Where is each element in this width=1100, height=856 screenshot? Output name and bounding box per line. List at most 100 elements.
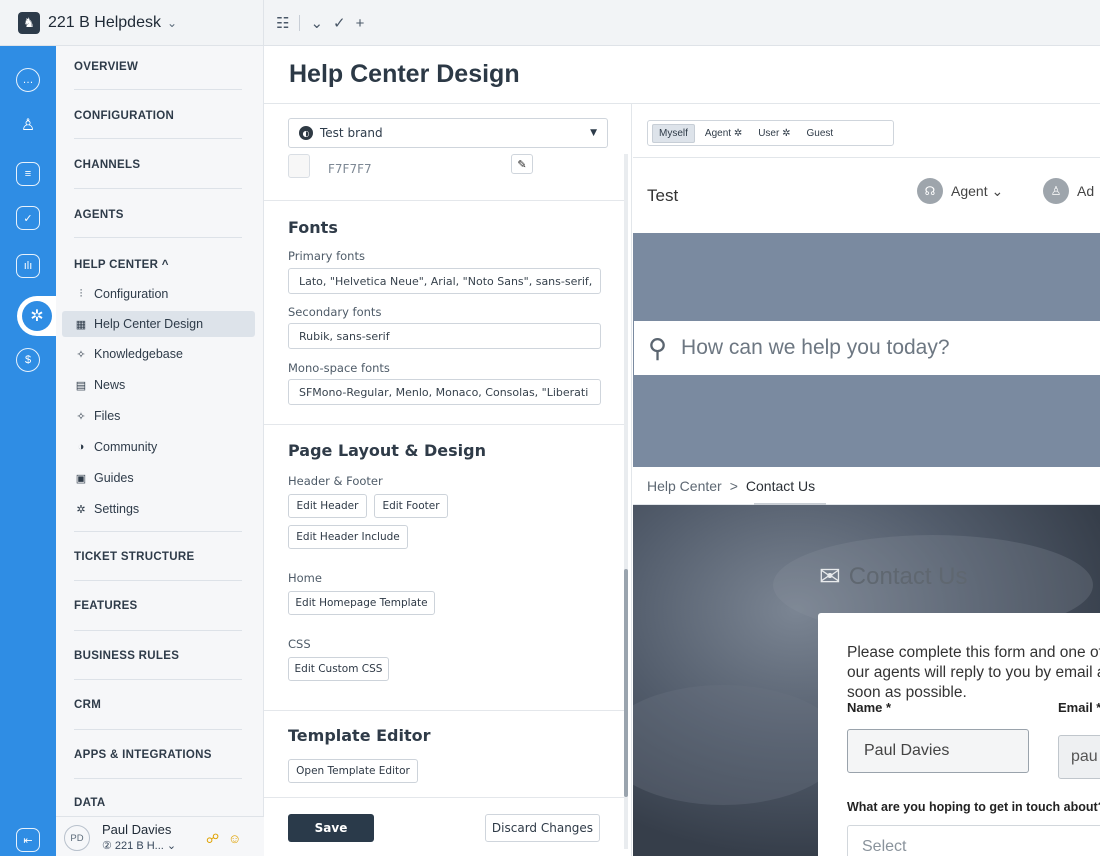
nav-overview[interactable]: OVERVIEW bbox=[74, 61, 138, 73]
pencil-icon[interactable]: ✎ bbox=[511, 154, 533, 174]
secondary-fonts-input[interactable]: Rubik, sans-serif bbox=[288, 323, 601, 349]
gear-icon: ✲ bbox=[76, 503, 86, 516]
sidebar-item-settings[interactable]: ✲ Settings bbox=[62, 496, 255, 522]
sidebar-item-guides[interactable]: ▣ Guides bbox=[62, 465, 255, 491]
nav-agents[interactable]: AGENTS bbox=[74, 209, 124, 221]
check-icon[interactable]: ✓ bbox=[333, 14, 346, 32]
view-user-tab[interactable]: User ✲ bbox=[752, 125, 796, 142]
scrollbar-thumb[interactable] bbox=[624, 569, 628, 797]
collapse-icon[interactable]: ⇤ bbox=[16, 828, 40, 852]
preview-hero: ⚲ How can we help you today? bbox=[633, 233, 1100, 467]
chevron-down-icon[interactable]: ⌄ bbox=[310, 14, 323, 32]
envelope-icon: ✉ bbox=[819, 561, 841, 591]
view-guest-tab[interactable]: Guest bbox=[800, 125, 839, 142]
contact-intro: Please complete this form and one of our… bbox=[847, 644, 1100, 701]
divider bbox=[74, 630, 242, 631]
user-icon: ♙ bbox=[1043, 178, 1069, 204]
view-myself-tab[interactable]: Myself bbox=[652, 123, 695, 143]
save-button[interactable]: Save bbox=[288, 814, 374, 842]
nav-data[interactable]: DATA bbox=[74, 797, 105, 809]
primary-fonts-label: Primary fonts bbox=[288, 249, 365, 263]
edit-header-include-button[interactable]: Edit Header Include bbox=[288, 525, 408, 549]
preview-agent-menu[interactable]: ☊ Agent ⌄ bbox=[917, 178, 1003, 204]
preview-user-label: Ad bbox=[1077, 183, 1095, 199]
preview-search-input[interactable]: ⚲ How can we help you today? bbox=[634, 321, 1100, 375]
contact-title: ✉ Contact Us bbox=[819, 561, 968, 592]
sidebar-item-label: Community bbox=[94, 440, 158, 454]
discard-changes-button[interactable]: Discard Changes bbox=[485, 814, 600, 842]
list-icon[interactable]: ☷ bbox=[276, 14, 289, 32]
open-template-editor-button[interactable]: Open Template Editor bbox=[288, 759, 418, 783]
user-name: Paul Davies bbox=[102, 822, 172, 837]
sidebar-item-files[interactable]: ✧ Files bbox=[62, 403, 255, 429]
nav-features[interactable]: FEATURES bbox=[74, 600, 138, 612]
avatar: PD bbox=[64, 825, 90, 851]
plus-icon[interactable]: + bbox=[356, 15, 365, 32]
user-menu[interactable]: PD Paul Davies ② 221 B H... ⌄ ☍ ☺ bbox=[56, 816, 264, 856]
scrollbar[interactable] bbox=[624, 154, 628, 849]
divider bbox=[264, 710, 624, 711]
reports-icon[interactable]: ılı bbox=[16, 254, 40, 278]
preview-user-menu[interactable]: ♙ Ad bbox=[1043, 178, 1094, 204]
sidebar-item-configuration[interactable]: ⫶ Configuration bbox=[62, 281, 255, 307]
nav-crm[interactable]: CRM bbox=[74, 699, 101, 711]
status-chat-icon[interactable]: ☺ bbox=[228, 831, 241, 846]
sidebar-item-news[interactable]: ▤ News bbox=[62, 372, 255, 398]
sidebar-item-knowledgebase[interactable]: ✧ Knowledgebase bbox=[62, 341, 255, 367]
divider bbox=[74, 580, 242, 581]
user-org: ② 221 B H... ⌄ bbox=[102, 840, 177, 852]
gear-icon: ✲ bbox=[22, 301, 52, 331]
ticket-search-icon[interactable]: ≡ bbox=[16, 162, 40, 186]
task-check-icon[interactable]: ✓ bbox=[16, 206, 40, 230]
link-icon[interactable]: ☍ bbox=[206, 831, 219, 847]
breadcrumb-current: Contact Us bbox=[745, 477, 816, 494]
user-icon[interactable]: ♙ bbox=[16, 113, 40, 137]
sidebar-item-label: Help Center Design bbox=[94, 317, 204, 331]
settings-rail-item[interactable]: ✲ bbox=[17, 296, 57, 336]
sidebar-item-label: News bbox=[94, 378, 126, 392]
css-label: CSS bbox=[288, 637, 311, 651]
divider bbox=[74, 237, 242, 238]
name-field[interactable]: Paul Davies bbox=[847, 729, 1029, 773]
top-nav: ☷ ⌄ ✓ + bbox=[276, 14, 365, 33]
edit-homepage-template-button[interactable]: Edit Homepage Template bbox=[288, 591, 435, 615]
nav-apps-integrations[interactable]: APPS & INTEGRATIONS bbox=[74, 749, 212, 761]
edit-custom-css-button[interactable]: Edit Custom CSS bbox=[288, 657, 389, 681]
helpdesk-name: 221 B Helpdesk bbox=[48, 14, 161, 31]
edit-footer-button[interactable]: Edit Footer bbox=[374, 494, 448, 518]
view-agent-tab[interactable]: Agent ✲ bbox=[699, 125, 748, 142]
helpdesk-logo-icon: ♞ bbox=[18, 12, 40, 34]
edit-header-button[interactable]: Edit Header bbox=[288, 494, 367, 518]
topic-select[interactable]: Select bbox=[847, 825, 1100, 856]
headset-icon: ☊ bbox=[917, 178, 943, 204]
chat-icon[interactable]: … bbox=[16, 68, 40, 92]
sidebar-item-label: Guides bbox=[94, 471, 134, 485]
nav-channels[interactable]: CHANNELS bbox=[74, 159, 140, 171]
email-field[interactable]: pau bbox=[1058, 735, 1100, 779]
email-label: Email * bbox=[1058, 700, 1100, 715]
fonts-heading: Fonts bbox=[288, 218, 338, 237]
primary-fonts-input[interactable]: Lato, "Helvetica Neue", Arial, "Noto San… bbox=[288, 268, 601, 294]
nav-ticket-structure[interactable]: TICKET STRUCTURE bbox=[74, 551, 194, 563]
breadcrumb-root[interactable]: Help Center bbox=[647, 478, 722, 494]
secondary-fonts-label: Secondary fonts bbox=[288, 305, 382, 319]
graduation-cap-icon: ✧ bbox=[76, 410, 86, 423]
brand-select[interactable]: ◐ Test brand ▼ bbox=[288, 118, 608, 148]
sliders-icon: ⫶ bbox=[79, 287, 83, 300]
nav-help-center[interactable]: HELP CENTER ^ bbox=[74, 259, 169, 271]
divider bbox=[74, 89, 242, 90]
help-center-preview: Myself Agent ✲ User ✲ Guest Test ☊ Agent… bbox=[633, 104, 1100, 856]
color-swatch[interactable] bbox=[288, 154, 310, 178]
helpdesk-switcher[interactable]: ♞ 221 B Helpdesk ⌄ bbox=[0, 0, 264, 46]
caret-down-icon: ▼ bbox=[590, 128, 597, 138]
nav-configuration[interactable]: CONFIGURATION bbox=[74, 110, 174, 122]
sidebar-item-community[interactable]: ◑ Community bbox=[62, 434, 255, 460]
billing-icon[interactable]: $ bbox=[16, 348, 40, 372]
brand-select-value: Test brand bbox=[320, 126, 383, 140]
nav-business-rules[interactable]: BUSINESS RULES bbox=[74, 650, 179, 662]
sidebar-item-label: Settings bbox=[94, 502, 140, 516]
mono-fonts-input[interactable]: SFMono-Regular, Menlo, Monaco, Consolas,… bbox=[288, 379, 601, 405]
name-label: Name * bbox=[847, 700, 892, 715]
sidebar-item-help-center-design[interactable]: ▦ Help Center Design bbox=[62, 311, 255, 337]
sidebar-item-label: Configuration bbox=[94, 287, 169, 301]
